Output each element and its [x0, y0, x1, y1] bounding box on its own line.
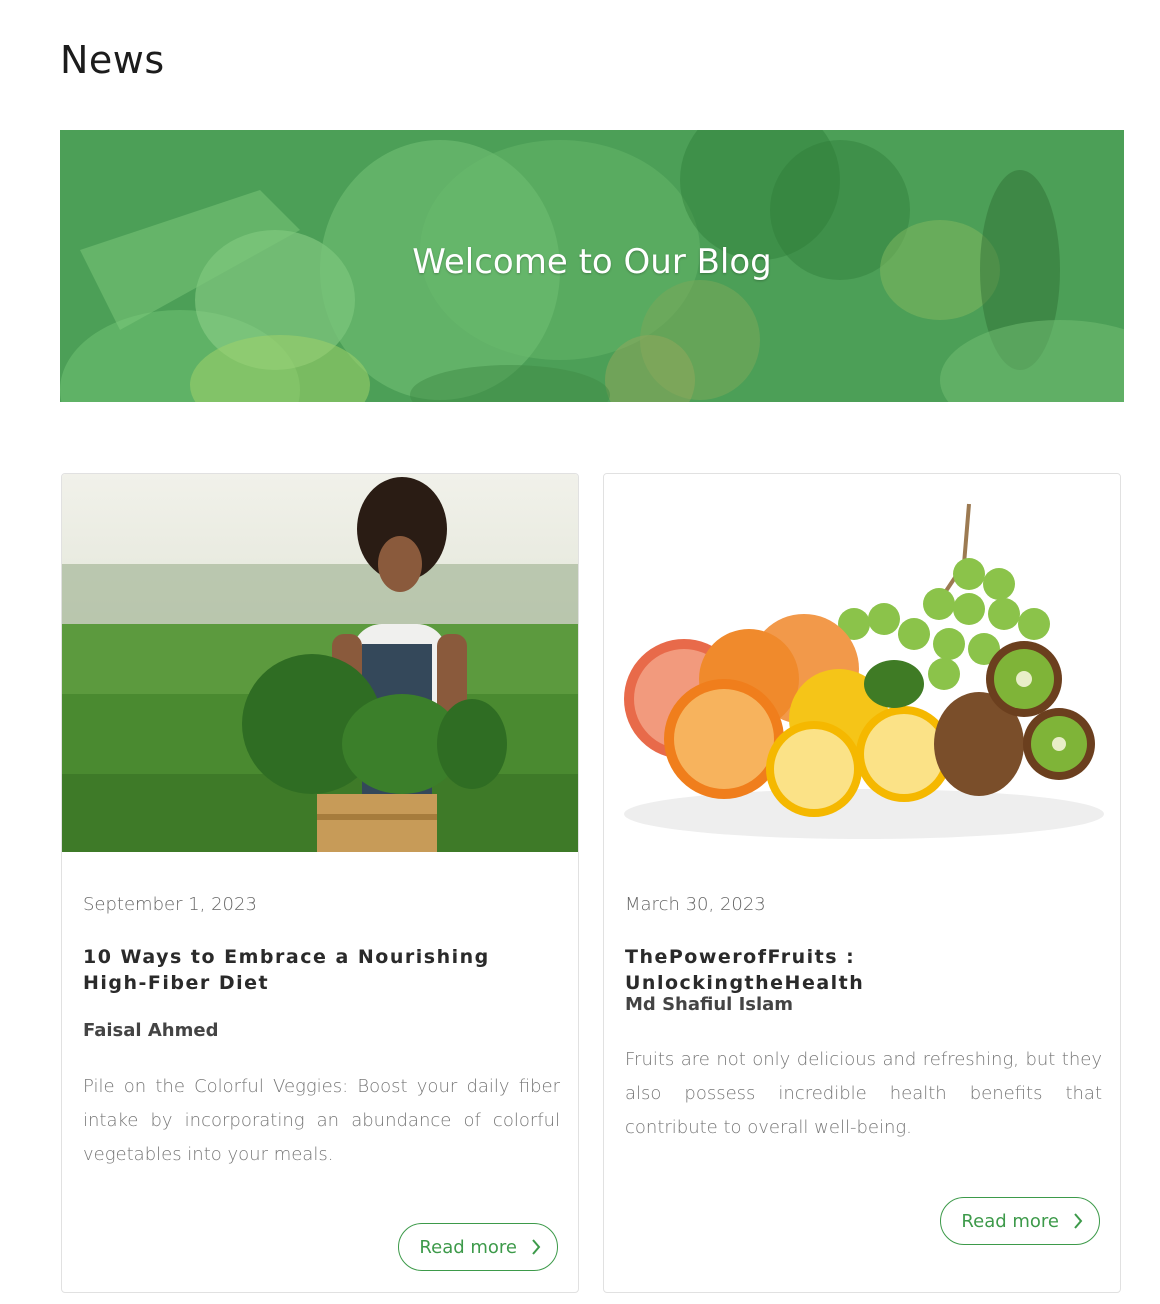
- post-title[interactable]: ThePowerofFruits : UnlockingtheHealth: [625, 944, 1095, 996]
- chevron-right-icon: [532, 1239, 541, 1255]
- post-card: March 30, 2023 ThePowerofFruits : Unlock…: [603, 473, 1121, 1293]
- page-title: News: [60, 38, 165, 82]
- read-more-button[interactable]: Read more: [398, 1223, 558, 1271]
- post-image-woman-farmer[interactable]: [62, 474, 578, 852]
- post-author: Faisal Ahmed: [83, 1020, 219, 1041]
- read-more-button[interactable]: Read more: [940, 1197, 1100, 1245]
- post-author: Md Shafiul Islam: [625, 994, 794, 1015]
- post-image-fruits[interactable]: [604, 474, 1120, 852]
- chevron-right-icon: [1074, 1213, 1083, 1229]
- read-more-label: Read more: [961, 1211, 1059, 1232]
- post-date: September 1, 2023: [83, 894, 257, 915]
- post-excerpt: Fruits are not only delicious and refres…: [625, 1049, 1102, 1138]
- banner-title: Welcome to Our Blog: [412, 242, 772, 282]
- read-more-label: Read more: [419, 1237, 517, 1258]
- post-card: September 1, 2023 10 Ways to Embrace a N…: [61, 473, 579, 1293]
- post-title[interactable]: 10 Ways to Embrace a Nourishing High-Fib…: [83, 944, 553, 996]
- post-excerpt: Pile on the Colorful Veggies: Boost your…: [83, 1076, 560, 1165]
- blog-banner: Welcome to Our Blog: [60, 130, 1124, 402]
- post-date: March 30, 2023: [625, 894, 766, 915]
